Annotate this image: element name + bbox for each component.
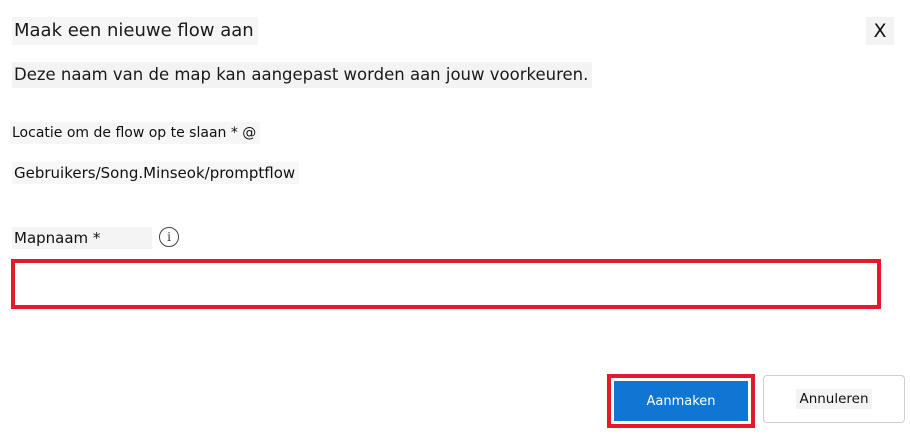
close-button[interactable]: X (866, 17, 894, 45)
create-flow-dialog: Maak een nieuwe flow aan X Deze naam van… (0, 0, 910, 441)
dialog-title: Maak een nieuwe flow aan (12, 17, 258, 45)
folder-name-label: Mapnaam * (12, 227, 152, 249)
cancel-button-label: Annuleren (796, 389, 872, 409)
info-icon[interactable]: i (159, 227, 179, 247)
create-button[interactable]: Aanmaken (614, 381, 748, 421)
dialog-description: Deze naam van de map kan aangepast worde… (12, 62, 593, 88)
cancel-button[interactable]: Annuleren (763, 375, 905, 423)
location-path: Gebruikers/Song.Minseok/promptflow (12, 162, 300, 184)
folder-name-input[interactable] (15, 263, 877, 305)
location-label: Locatie om de flow op te slaan * @ (10, 122, 261, 144)
folder-name-field-highlight (11, 259, 881, 309)
create-button-highlight: Aanmaken (607, 374, 755, 428)
